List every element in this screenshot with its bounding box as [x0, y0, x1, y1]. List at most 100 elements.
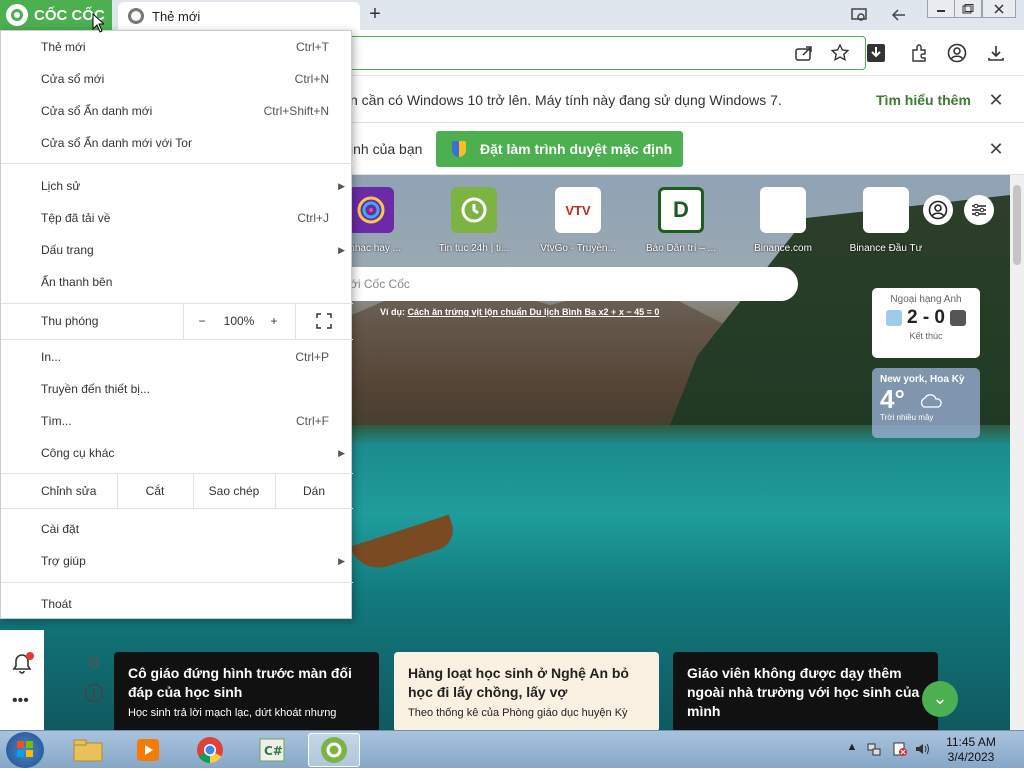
os-warning-text: n cần có Windows 10 trở lên. Máy tính nà… — [350, 92, 782, 108]
profile-icon[interactable] — [946, 42, 968, 64]
news-title: Giáo viên không được dạy thêm ngoài nhà … — [687, 665, 920, 719]
minimize-button[interactable] — [927, 0, 955, 18]
shortcut-tile[interactable]: Binance Đầu Tư — [841, 187, 931, 254]
coccoc-logo-icon — [6, 4, 28, 26]
scroll-down-icon[interactable]: ⌄ — [922, 681, 958, 717]
extensions-icon[interactable] — [908, 42, 930, 64]
menu-settings[interactable]: Cài đặt — [1, 513, 353, 545]
gear-icon[interactable]: ⚙ — [84, 653, 104, 673]
shortcut-tile[interactable]: Tin tuc 24h | ti... — [429, 187, 519, 254]
explorer-icon[interactable] — [62, 733, 114, 767]
menu-divider — [295, 303, 296, 339]
close-infobar-icon[interactable]: ✕ — [986, 139, 1006, 159]
shortcut-tile[interactable]: Binance.com — [738, 187, 828, 254]
news-snippet: Theo thống kê của Phòng giáo dục huyện K… — [408, 707, 628, 719]
menu-divider — [183, 303, 184, 339]
downloads-icon[interactable] — [985, 42, 1007, 64]
bell-icon[interactable] — [10, 652, 34, 676]
close-window-button[interactable] — [982, 0, 1016, 18]
menu-bookmarks[interactable]: Dấu trang ▶ — [1, 234, 353, 266]
news-snippet: Học sinh trả lời mạch lạc, dứt khoát như… — [128, 707, 337, 719]
menu-incognito[interactable]: Cửa sổ Ẩn danh mới Ctrl+Shift+N — [1, 95, 353, 127]
scrollbar-thumb[interactable] — [1013, 185, 1021, 265]
info-icon[interactable] — [84, 683, 104, 703]
csharp-ide-icon[interactable]: C# — [246, 733, 298, 767]
news-card[interactable]: Cô giáo đứng hình trước màn đối đáp của … — [114, 652, 379, 730]
start-button[interactable] — [6, 732, 44, 768]
share-icon[interactable] — [793, 42, 815, 64]
system-clock[interactable]: 11:45 AM 3/4/2023 — [936, 735, 1006, 765]
close-infobar-icon[interactable]: ✕ — [986, 90, 1006, 110]
learn-more-link[interactable]: Tìm hiểu thêm — [876, 92, 971, 108]
maximize-button[interactable] — [954, 0, 982, 18]
download-video-icon[interactable] — [865, 42, 887, 64]
vtv-tile: VTV — [555, 187, 601, 233]
page-scrollbar[interactable] — [1010, 175, 1024, 730]
weather-widget[interactable]: New york, Hoa Kỳ 4° Trời nhiều mây — [872, 368, 980, 438]
tab-strip: CỐC CỐC Thẻ mới + — [0, 0, 1024, 30]
menu-new-tab[interactable]: Thẻ mới Ctrl+T — [1, 31, 353, 63]
weather-desc: Trời nhiều mây — [880, 413, 934, 422]
league-name: Ngoại hạng Anh — [890, 294, 962, 305]
temperature-value: 4° — [880, 384, 905, 414]
tab-new-tab[interactable]: Thẻ mới — [118, 2, 360, 30]
menu-help[interactable]: Trợ giúp ▶ — [1, 545, 353, 577]
menu-separator — [1, 339, 353, 340]
shortcut-tile[interactable]: D Báo Dân trí – ... — [636, 187, 726, 254]
broken-image-icon — [863, 187, 909, 233]
submenu-arrow-icon: ▶ — [338, 556, 345, 566]
submenu-arrow-icon: ▶ — [338, 181, 345, 191]
new-tab-button[interactable]: + — [364, 4, 386, 26]
menu-downloads[interactable]: Tệp đã tải về Ctrl+J — [1, 202, 353, 234]
search-hint-link[interactable]: Cách ăn trứng vịt lộn chuẩn Du lịch Bình… — [408, 307, 660, 317]
account-icon[interactable] — [923, 195, 953, 225]
set-default-browser-button[interactable]: Đặt làm trình duyệt mặc định — [436, 131, 683, 167]
menu-hide-sidebar[interactable]: Ẩn thanh bên — [1, 266, 353, 298]
shortcut-label: Binance.com — [754, 243, 812, 254]
search-hint: Ví dụ: Cách ăn trứng vịt lộn chuẩn Du lị… — [380, 307, 659, 317]
action-center-icon[interactable] — [892, 741, 908, 757]
football-score-widget[interactable]: Ngoại hạng Anh 2 - 0 Kết thúc — [872, 288, 980, 358]
submenu-arrow-icon: ▶ — [338, 245, 345, 255]
network-icon[interactable] — [866, 741, 882, 757]
bookmark-star-icon[interactable] — [829, 42, 851, 64]
menu-print[interactable]: In... Ctrl+P — [1, 341, 353, 373]
menu-exit[interactable]: Thoát — [1, 588, 353, 620]
customize-settings-icon[interactable] — [964, 195, 994, 225]
menu-separator — [1, 508, 353, 509]
coccoc-taskbar-icon[interactable] — [308, 733, 360, 767]
menu-history[interactable]: Lịch sử ▶ — [1, 170, 353, 202]
windows-taskbar: C# ▲ 11:45 AM 3/4/2023 — [0, 730, 1024, 768]
weather-temp: 4° — [880, 385, 972, 413]
volume-icon[interactable] — [914, 741, 930, 757]
chrome-icon[interactable] — [184, 733, 236, 767]
menu-separator — [1, 163, 353, 164]
menu-more-tools[interactable]: Công cụ khác ▶ — [1, 437, 353, 469]
media-player-icon[interactable] — [122, 733, 174, 767]
paste-button[interactable]: Dán — [276, 474, 352, 508]
match-score: 2 - 0 — [872, 307, 980, 329]
page-left-rail — [0, 630, 44, 730]
news-card[interactable]: Hàng loạt học sinh ở Nghệ An bỏ học đi l… — [394, 652, 659, 730]
menu-zoom-row: Thu phóng − 100% + — [1, 303, 353, 339]
shortcut-tile[interactable]: VTV VtvGo - Truyền... — [533, 187, 623, 254]
address-bar[interactable] — [330, 36, 866, 70]
show-hidden-icons[interactable]: ▲ — [844, 741, 860, 757]
search-input[interactable]: ới Cốc Cốc — [330, 267, 798, 301]
cut-button[interactable]: Cắt — [118, 474, 192, 508]
team-crest-icon — [950, 309, 967, 326]
zoom-in-button[interactable]: + — [263, 303, 285, 339]
more-icon[interactable]: ••• — [12, 693, 32, 709]
menu-cast[interactable]: Truyền đến thiết bị... — [1, 373, 353, 405]
screenshot-icon[interactable] — [848, 5, 870, 25]
clock-time: 11:45 AM — [946, 735, 996, 749]
menu-find[interactable]: Tìm... Ctrl+F — [1, 405, 353, 437]
zoom-out-button[interactable]: − — [191, 303, 213, 339]
news-card[interactable]: Giáo viên không được dạy thêm ngoài nhà … — [673, 652, 938, 730]
back-arrow-icon[interactable] — [888, 5, 910, 25]
shortcut-label: VtvGo - Truyền... — [540, 243, 616, 254]
copy-button[interactable]: Sao chép — [194, 474, 274, 508]
fullscreen-icon[interactable] — [313, 303, 335, 339]
menu-incognito-tor[interactable]: Cửa sổ Ẩn danh mới với Tor — [1, 127, 353, 159]
menu-new-window[interactable]: Cửa sổ mới Ctrl+N — [1, 63, 353, 95]
